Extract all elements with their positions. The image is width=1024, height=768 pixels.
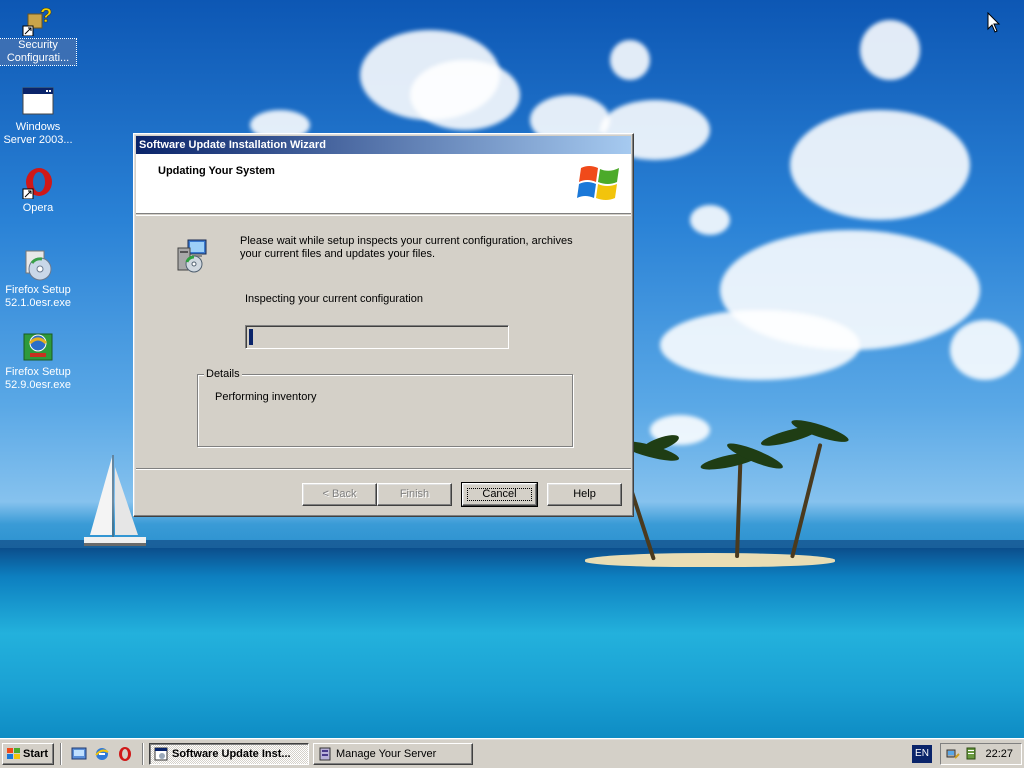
opera-quicklaunch-icon[interactable] — [117, 746, 133, 762]
desktop-icon-label: Security Configurati... — [0, 38, 77, 66]
windows-logo-icon — [577, 166, 619, 200]
language-indicator[interactable]: EN — [912, 745, 932, 763]
task-label: Software Update Inst... — [172, 748, 291, 760]
details-group-label: Details — [204, 368, 242, 380]
desktop-icon-label: Firefox Setup 52.1.0esr.exe — [4, 284, 72, 309]
opera-icon — [22, 167, 54, 200]
wizard-header: Updating Your System — [136, 154, 631, 214]
help-button[interactable]: Help — [547, 483, 622, 506]
system-tray: 22:27 — [940, 743, 1022, 765]
start-button[interactable]: Start — [2, 743, 54, 765]
wizard-description: Please wait while setup inspects your cu… — [240, 235, 573, 260]
desktop-icon-label: Windows Server 2003... — [3, 121, 73, 146]
system-clock[interactable]: 22:27 — [985, 744, 1013, 764]
desktop-icon-opera[interactable]: Opera — [0, 167, 76, 215]
desktop-icon-label: Opera — [22, 202, 54, 214]
setup-task-icon — [154, 747, 168, 761]
start-label: Start — [23, 748, 49, 760]
security-config-icon: ? — [22, 4, 54, 37]
setup-cd-icon — [22, 249, 54, 281]
taskbar-separator — [142, 743, 144, 765]
network-tray-icon[interactable] — [945, 746, 961, 762]
finish-button[interactable]: Finish — [377, 483, 452, 506]
manage-server-icon — [319, 747, 331, 761]
wizard-header-title: Updating Your System — [158, 165, 275, 177]
cancel-button[interactable]: Cancel — [461, 482, 538, 507]
setup-computer-icon — [177, 239, 207, 273]
progress-bar-fill — [249, 329, 253, 345]
server-tray-icon[interactable] — [963, 746, 979, 762]
wizard-window: Software Update Installation Wizard Upda… — [133, 133, 634, 517]
svg-text:?: ? — [40, 5, 52, 27]
desktop-icon-security-config[interactable]: ? Security Configurati... — [0, 4, 77, 66]
task-label: Manage Your Server — [336, 748, 437, 760]
setup-globe-icon — [22, 331, 54, 363]
desktop-icon-firefox-setup-52-1[interactable]: Firefox Setup 52.1.0esr.exe — [0, 249, 76, 310]
focus-rectangle — [467, 488, 532, 501]
taskbar-task-software-update[interactable]: Software Update Inst... — [149, 743, 309, 765]
taskbar-task-manage-server[interactable]: Manage Your Server — [313, 743, 473, 765]
windows-flag-icon — [7, 748, 20, 759]
mouse-cursor-icon — [987, 12, 1001, 33]
taskbar: Start Software Update Inst... Manage You… — [0, 738, 1024, 768]
progress-status-text: Inspecting your current configuration — [245, 293, 423, 305]
desktop-icon-firefox-setup-52-9[interactable]: Firefox Setup 52.9.0esr.exe — [0, 331, 76, 392]
back-button[interactable]: < Back — [302, 483, 377, 506]
desktop-icon-windows-server[interactable]: Windows Server 2003... — [0, 86, 76, 147]
desktop-icon-label: Firefox Setup 52.9.0esr.exe — [4, 366, 72, 391]
header-divider — [136, 215, 631, 216]
button-area-divider-highlight — [136, 469, 631, 470]
details-text: Performing inventory — [215, 391, 317, 403]
windows-window-icon — [22, 86, 54, 118]
progress-bar — [245, 325, 509, 349]
internet-explorer-icon[interactable] — [94, 746, 110, 762]
details-group: Details Performing inventory — [197, 368, 573, 447]
taskbar-separator — [60, 743, 62, 765]
wizard-title-bar[interactable]: Software Update Installation Wizard — [136, 136, 631, 154]
show-desktop-icon[interactable] — [71, 746, 87, 762]
